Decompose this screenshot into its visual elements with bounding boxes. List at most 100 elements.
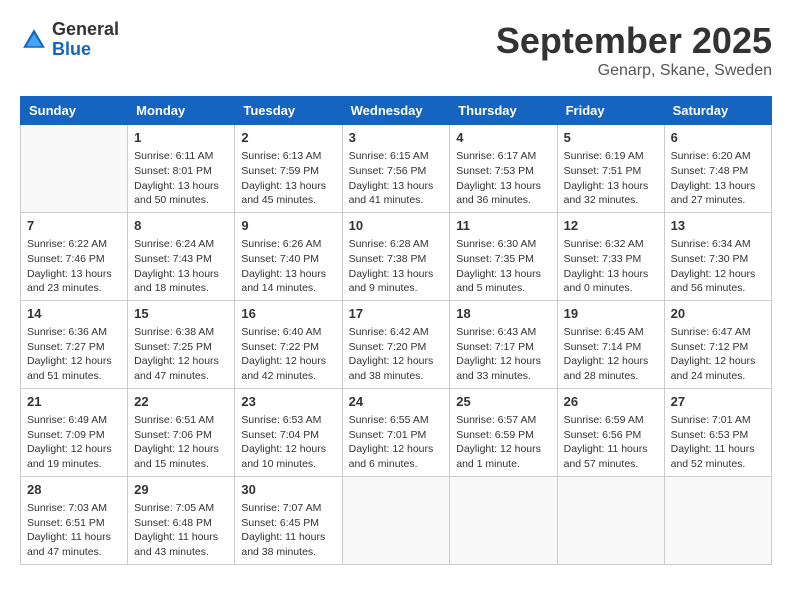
day-number: 15: [134, 305, 228, 323]
day-info: Sunrise: 6:13 AMSunset: 7:59 PMDaylight:…: [241, 149, 335, 208]
calendar-cell: 28 Sunrise: 7:03 AMSunset: 6:51 PMDayligh…: [21, 476, 128, 564]
day-info: Sunrise: 6:53 AMSunset: 7:04 PMDaylight:…: [241, 413, 335, 472]
weekday-header-tuesday: Tuesday: [235, 97, 342, 125]
calendar-cell: 12 Sunrise: 6:32 AMSunset: 7:33 PMDayligh…: [557, 212, 664, 300]
week-row-5: 28 Sunrise: 7:03 AMSunset: 6:51 PMDayligh…: [21, 476, 772, 564]
day-number: 21: [27, 393, 121, 411]
calendar-cell: 21 Sunrise: 6:49 AMSunset: 7:09 PMDayligh…: [21, 388, 128, 476]
day-info: Sunrise: 6:20 AMSunset: 7:48 PMDaylight:…: [671, 149, 765, 208]
day-number: 17: [349, 305, 444, 323]
day-info: Sunrise: 6:51 AMSunset: 7:06 PMDaylight:…: [134, 413, 228, 472]
day-number: 29: [134, 481, 228, 499]
weekday-header-wednesday: Wednesday: [342, 97, 450, 125]
day-info: Sunrise: 6:30 AMSunset: 7:35 PMDaylight:…: [456, 237, 550, 296]
calendar-cell: [664, 476, 771, 564]
day-number: 30: [241, 481, 335, 499]
title-block: September 2025 Genarp, Skane, Sweden: [496, 20, 772, 80]
day-info: Sunrise: 6:11 AMSunset: 8:01 PMDaylight:…: [134, 149, 228, 208]
calendar-cell: 8Sunrise: 6:24 AMSunset: 7:43 PMDaylight…: [128, 212, 235, 300]
calendar-cell: [21, 125, 128, 213]
day-number: 16: [241, 305, 335, 323]
day-number: 28: [27, 481, 121, 499]
day-info: Sunrise: 7:07 AMSunset: 6:45 PMDaylight:…: [241, 501, 335, 560]
day-number: 11: [456, 217, 550, 235]
day-info: Sunrise: 6:28 AMSunset: 7:38 PMDaylight:…: [349, 237, 444, 296]
day-number: 7: [27, 217, 121, 235]
day-info: Sunrise: 6:42 AMSunset: 7:20 PMDaylight:…: [349, 325, 444, 384]
day-number: 26: [564, 393, 658, 411]
day-info: Sunrise: 6:43 AMSunset: 7:17 PMDaylight:…: [456, 325, 550, 384]
day-number: 9: [241, 217, 335, 235]
week-row-1: 1 Sunrise: 6:11 AMSunset: 8:01 PMDaylight…: [21, 125, 772, 213]
day-number: 6: [671, 129, 765, 147]
week-row-3: 14Sunrise: 6:36 AMSunset: 7:27 PMDayligh…: [21, 300, 772, 388]
weekday-header-friday: Friday: [557, 97, 664, 125]
logo: General Blue: [20, 20, 119, 60]
calendar-cell: 3 Sunrise: 6:15 AMSunset: 7:56 PMDaylight…: [342, 125, 450, 213]
day-info: Sunrise: 6:15 AMSunset: 7:56 PMDaylight:…: [349, 149, 444, 208]
day-info: Sunrise: 6:45 AMSunset: 7:14 PMDaylight:…: [564, 325, 658, 384]
day-number: 4: [456, 129, 550, 147]
calendar-cell: [450, 476, 557, 564]
weekday-header-thursday: Thursday: [450, 97, 557, 125]
day-number: 10: [349, 217, 444, 235]
day-number: 25: [456, 393, 550, 411]
day-info: Sunrise: 6:59 AMSunset: 6:56 PMDaylight:…: [564, 413, 658, 472]
location-title: Genarp, Skane, Sweden: [496, 62, 772, 80]
day-number: 1: [134, 129, 228, 147]
calendar-cell: 1 Sunrise: 6:11 AMSunset: 8:01 PMDaylight…: [128, 125, 235, 213]
day-info: Sunrise: 6:49 AMSunset: 7:09 PMDaylight:…: [27, 413, 121, 472]
calendar-cell: 20Sunrise: 6:47 AMSunset: 7:12 PMDayligh…: [664, 300, 771, 388]
calendar-cell: 15Sunrise: 6:38 AMSunset: 7:25 PMDayligh…: [128, 300, 235, 388]
day-number: 24: [349, 393, 444, 411]
day-number: 12: [564, 217, 658, 235]
day-info: Sunrise: 7:01 AMSunset: 6:53 PMDaylight:…: [671, 413, 765, 472]
calendar-cell: 23 Sunrise: 6:53 AMSunset: 7:04 PMDayligh…: [235, 388, 342, 476]
day-info: Sunrise: 6:26 AMSunset: 7:40 PMDaylight:…: [241, 237, 335, 296]
day-number: 18: [456, 305, 550, 323]
day-number: 3: [349, 129, 444, 147]
calendar-cell: 14Sunrise: 6:36 AMSunset: 7:27 PMDayligh…: [21, 300, 128, 388]
logo-icon: [20, 26, 48, 54]
day-info: Sunrise: 7:03 AMSunset: 6:51 PMDaylight:…: [27, 501, 121, 560]
calendar-cell: 22 Sunrise: 6:51 AMSunset: 7:06 PMDayligh…: [128, 388, 235, 476]
day-info: Sunrise: 6:22 AMSunset: 7:46 PMDaylight:…: [27, 237, 121, 296]
calendar-table: SundayMondayTuesdayWednesdayThursdayFrid…: [20, 96, 772, 565]
day-number: 2: [241, 129, 335, 147]
calendar-cell: 24Sunrise: 6:55 AMSunset: 7:01 PMDayligh…: [342, 388, 450, 476]
calendar-cell: 4 Sunrise: 6:17 AMSunset: 7:53 PMDaylight…: [450, 125, 557, 213]
calendar-cell: 26 Sunrise: 6:59 AMSunset: 6:56 PMDayligh…: [557, 388, 664, 476]
day-number: 13: [671, 217, 765, 235]
day-info: Sunrise: 6:17 AMSunset: 7:53 PMDaylight:…: [456, 149, 550, 208]
calendar-cell: 2 Sunrise: 6:13 AMSunset: 7:59 PMDaylight…: [235, 125, 342, 213]
weekday-header-saturday: Saturday: [664, 97, 771, 125]
day-number: 27: [671, 393, 765, 411]
logo-general: General: [52, 20, 119, 40]
calendar-cell: 9 Sunrise: 6:26 AMSunset: 7:40 PMDaylight…: [235, 212, 342, 300]
weekday-header-row: SundayMondayTuesdayWednesdayThursdayFrid…: [21, 97, 772, 125]
calendar-cell: 10 Sunrise: 6:28 AMSunset: 7:38 PMDayligh…: [342, 212, 450, 300]
day-number: 5: [564, 129, 658, 147]
calendar-cell: 30 Sunrise: 7:07 AMSunset: 6:45 PMDayligh…: [235, 476, 342, 564]
day-number: 22: [134, 393, 228, 411]
weekday-header-monday: Monday: [128, 97, 235, 125]
calendar-cell: 18 Sunrise: 6:43 AMSunset: 7:17 PMDayligh…: [450, 300, 557, 388]
calendar-cell: 16 Sunrise: 6:40 AMSunset: 7:22 PMDayligh…: [235, 300, 342, 388]
day-number: 23: [241, 393, 335, 411]
day-info: Sunrise: 6:47 AMSunset: 7:12 PMDaylight:…: [671, 325, 765, 384]
week-row-2: 7 Sunrise: 6:22 AMSunset: 7:46 PMDaylight…: [21, 212, 772, 300]
calendar-cell: 11 Sunrise: 6:30 AMSunset: 7:35 PMDayligh…: [450, 212, 557, 300]
day-number: 14: [27, 305, 121, 323]
day-info: Sunrise: 6:32 AMSunset: 7:33 PMDaylight:…: [564, 237, 658, 296]
day-info: Sunrise: 6:19 AMSunset: 7:51 PMDaylight:…: [564, 149, 658, 208]
calendar-cell: 27 Sunrise: 7:01 AMSunset: 6:53 PMDayligh…: [664, 388, 771, 476]
calendar-cell: 29 Sunrise: 7:05 AMSunset: 6:48 PMDayligh…: [128, 476, 235, 564]
calendar-cell: 13Sunrise: 6:34 AMSunset: 7:30 PMDayligh…: [664, 212, 771, 300]
day-info: Sunrise: 6:40 AMSunset: 7:22 PMDaylight:…: [241, 325, 335, 384]
calendar-cell: 19 Sunrise: 6:45 AMSunset: 7:14 PMDayligh…: [557, 300, 664, 388]
calendar-cell: 17 Sunrise: 6:42 AMSunset: 7:20 PMDayligh…: [342, 300, 450, 388]
weekday-header-sunday: Sunday: [21, 97, 128, 125]
day-number: 19: [564, 305, 658, 323]
day-info: Sunrise: 7:05 AMSunset: 6:48 PMDaylight:…: [134, 501, 228, 560]
month-title: September 2025: [496, 20, 772, 62]
